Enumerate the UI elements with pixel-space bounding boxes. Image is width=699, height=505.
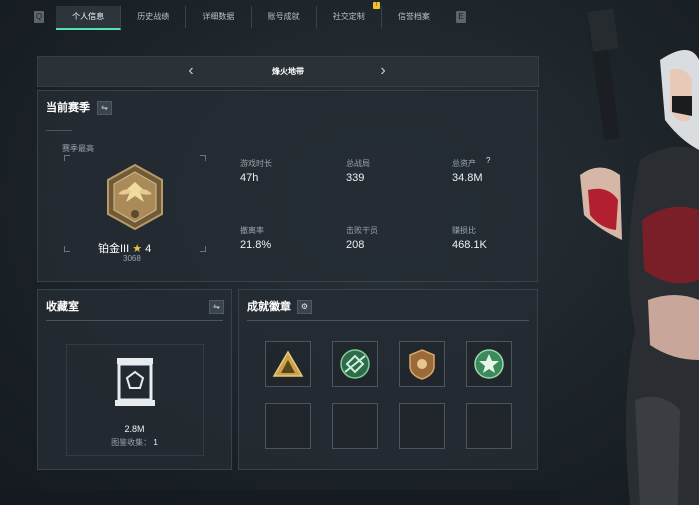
shield-badge-icon: [409, 349, 435, 380]
stat-value: 47h: [240, 172, 259, 184]
stat-label: 赚损比: [452, 226, 476, 235]
help-icon[interactable]: ?: [486, 156, 490, 165]
tab-reputation[interactable]: 信誉档案: [382, 6, 446, 28]
badge-slot[interactable]: [332, 341, 378, 387]
frame-corner: [64, 246, 70, 252]
vault-icon: [115, 358, 155, 406]
notice-badge: !: [372, 2, 380, 9]
badges-title: 成就徽章: [247, 301, 291, 313]
frame-corner: [200, 246, 206, 252]
bottom-bar: [0, 490, 560, 505]
stat-label: 总战局: [346, 159, 370, 168]
tab-social-custom[interactable]: 社交定制 !: [317, 2, 382, 28]
character-illustration: [580, 8, 699, 505]
collection-count-row: 图鉴收集： 1: [38, 437, 231, 448]
stat-label: 总资产: [452, 159, 476, 168]
mode-selector: ‹ 烽火地带 ›: [37, 56, 539, 87]
collection-title: 收藏室: [46, 301, 79, 313]
tab-social-custom-label: 社交定制: [332, 12, 365, 21]
switch-icon[interactable]: ⇋: [97, 101, 112, 115]
stat-label: 击败干员: [346, 226, 378, 235]
stat-value: 339: [346, 172, 365, 184]
season-title: 当前赛季: [46, 102, 90, 114]
tab-achievements[interactable]: 账号成就: [252, 6, 317, 28]
rank-stars: 4: [145, 243, 152, 255]
collection-panel: 收藏室 ⇋ 2.8M 图鉴收集： 1: [37, 289, 232, 470]
tab-match-history[interactable]: 历史战绩: [121, 6, 187, 28]
collection-count: 1: [153, 438, 158, 447]
stat-label: 撤离率: [240, 226, 264, 235]
stat-label: 游戏时长: [240, 159, 272, 168]
empty-badge-slot[interactable]: [399, 403, 445, 449]
season-highest-label: 赛季最高: [62, 144, 94, 153]
prev-tab-key[interactable]: Q: [34, 11, 44, 23]
stat-value: 21.8%: [240, 239, 272, 251]
mode-label: 烽火地带: [272, 67, 304, 76]
tab-personal-info[interactable]: 个人信息: [56, 6, 122, 30]
stat-value: 468.1K: [452, 239, 487, 251]
top-tab-bar: Q 个人信息 历史战绩 详细数据 账号成就 社交定制 ! 信誉档案 E: [30, 2, 468, 30]
stat-value: 208: [346, 239, 365, 251]
switch-icon[interactable]: ⇋: [209, 300, 224, 314]
tab-detailed-data[interactable]: 详细数据: [186, 6, 252, 28]
chevron-right-icon[interactable]: ›: [376, 63, 390, 79]
title-divider: [46, 320, 223, 321]
badge-slot[interactable]: [466, 341, 512, 387]
shield-emblem-icon: [340, 349, 370, 379]
badges-panel: 成就徽章 ⚙: [238, 289, 538, 470]
empty-badge-slot[interactable]: [265, 403, 311, 449]
collection-count-label: 图鉴收集：: [111, 438, 152, 447]
frame-corner: [200, 155, 206, 161]
badge-slot[interactable]: [399, 341, 445, 387]
rank-medal-icon: [107, 163, 163, 231]
next-tab-key[interactable]: E: [456, 11, 466, 23]
title-divider: [247, 320, 529, 321]
title-divider: [46, 130, 72, 131]
triangle-emblem-icon: [272, 350, 304, 377]
stat-value: 34.8M: [452, 172, 483, 184]
star-emblem-icon: [474, 349, 504, 379]
gear-icon[interactable]: ⚙: [297, 300, 312, 314]
empty-badge-slot[interactable]: [332, 403, 378, 449]
rank-score: 3068: [123, 254, 141, 263]
badge-slot[interactable]: [265, 341, 311, 387]
empty-badge-slot[interactable]: [466, 403, 512, 449]
collection-value: 2.8M: [124, 424, 145, 434]
frame-corner: [64, 155, 70, 161]
tab-list: 个人信息 历史战绩 详细数据 账号成就 社交定制 ! 信誉档案: [56, 2, 446, 30]
